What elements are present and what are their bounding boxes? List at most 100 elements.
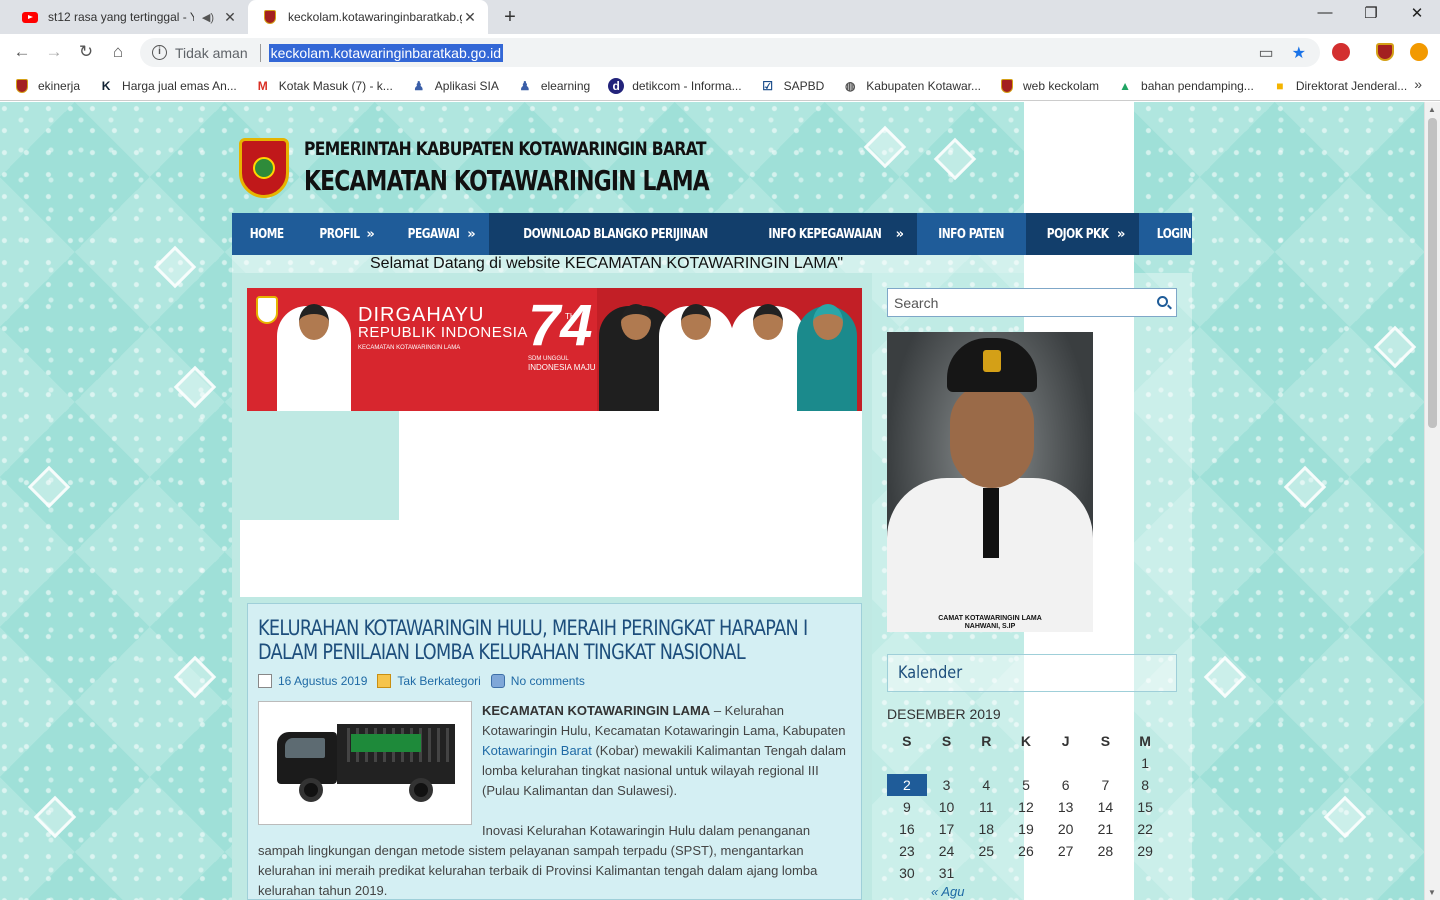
tab-title: keckolam.kotawaringinbaratkab.g (288, 10, 462, 24)
scroll-thumb[interactable] (1428, 118, 1437, 428)
forward-icon[interactable]: → (42, 41, 66, 65)
update-alert-icon[interactable] (1410, 43, 1428, 61)
nav-item-home[interactable]: HOME (232, 213, 301, 255)
bookmark-ekinerja[interactable]: ekinerja (14, 78, 80, 94)
bookmark-direktorat[interactable]: ■ Direktorat Jenderal... (1272, 78, 1407, 94)
calendar-week: 16 17 18 19 20 21 22 (887, 818, 1165, 840)
calendar-date: 14 (1097, 799, 1114, 815)
url-text[interactable]: keckolam.kotawaringinbaratkab.go.id (268, 43, 503, 62)
crest-icon (256, 296, 278, 324)
site-title-line2[interactable]: KECAMATAN KOTAWARINGIN LAMA (304, 164, 710, 197)
minimize-button[interactable]: — (1302, 4, 1348, 21)
browser-tab-strip: st12 rasa yang tertinggal - Yo ◀) ✕ keck… (0, 0, 1440, 34)
crest-icon (999, 78, 1015, 94)
calendar-day-header: S (941, 733, 952, 749)
tab-youtube[interactable]: st12 rasa yang tertinggal - Yo ◀) ✕ (8, 0, 248, 34)
calendar-empty (966, 752, 1006, 774)
nav-item-info-paten[interactable]: INFO PATEN (917, 213, 1025, 255)
folder-icon: ■ (1276, 78, 1284, 93)
cast-icon[interactable]: ▭ (1259, 43, 1274, 63)
bookmark-kabupaten[interactable]: ◍ Kabupaten Kotawar... (842, 78, 981, 94)
calendar-date: 31 (938, 865, 955, 881)
bookmark-detikcom[interactable]: d detikcom - Informa... (608, 77, 742, 94)
back-icon[interactable]: ← (10, 41, 34, 65)
page-scrollbar[interactable]: ▲ ▼ (1424, 102, 1440, 900)
restore-button[interactable]: ❐ (1348, 4, 1394, 22)
calendar-date: 5 (1022, 777, 1030, 793)
folder-icon (377, 674, 392, 688)
reload-icon[interactable]: ↻ (74, 41, 98, 65)
camat-photo: CAMAT KOTAWARINGIN LAMA NAHWANI, S.IP (887, 332, 1093, 632)
nav-item-profil[interactable]: PROFIL » (301, 213, 388, 255)
scroll-down-icon[interactable]: ▼ (1428, 888, 1436, 897)
person-icon: ♟ (519, 78, 531, 93)
independence-day-banner[interactable]: DIRGAHAYU REPUBLIK INDONESIA KECAMATAN K… (247, 288, 862, 411)
extension-yab-icon[interactable] (1332, 43, 1350, 61)
browser-toolbar: ← → ↻ ⌂ i Tidak aman keckolam.kotawaring… (0, 34, 1440, 71)
address-bar[interactable]: i Tidak aman keckolam.kotawaringinbaratk… (140, 38, 1320, 67)
tab-title: st12 rasa yang tertinggal - Yo (48, 10, 194, 24)
calendar-widget: DESEMBER 2019 SSRKJSM 1 2 3 4 5 6 7 8 9 10 11 12 13 1… (887, 706, 1177, 899)
search-box (887, 288, 1177, 317)
calendar-date: 16 (899, 821, 915, 837)
close-tab-icon[interactable]: ✕ (462, 9, 478, 26)
info-icon[interactable]: i (152, 45, 167, 60)
bookmark-elearning[interactable]: ♟ elearning (517, 78, 590, 94)
nav-item-login[interactable]: LOGIN (1139, 213, 1209, 255)
calendar-date: 15 (1137, 799, 1153, 815)
close-window-button[interactable]: ✕ (1394, 4, 1440, 22)
calendar-date: 17 (938, 821, 955, 837)
comment-icon (490, 674, 505, 688)
calendar-empty (1046, 862, 1086, 884)
bookmark-gmail[interactable]: M Kotak Masuk (7) - k... (255, 78, 393, 94)
calendar-week: 23 4 5 6 7 8 (887, 774, 1165, 796)
extension-crest-icon[interactable] (1376, 43, 1394, 61)
close-tab-icon[interactable]: ✕ (222, 9, 238, 26)
bookmark-bahan-pendamping[interactable]: ▲ bahan pendamping... (1117, 78, 1254, 94)
bookmarks-bar: ekinerja K Harga jual emas An... M Kotak M… (0, 71, 1440, 101)
calendar-day-header: R (981, 733, 992, 749)
post-category[interactable]: Tak Berkategori (397, 674, 480, 688)
gmail-icon: M (257, 78, 268, 93)
bookmark-harga-emas[interactable]: K Harga jual emas An... (98, 78, 237, 94)
post-thumbnail[interactable] (258, 701, 472, 825)
post-lead: KECAMATAN KOTAWARINGIN LAMA – Kelurahan … (482, 703, 846, 798)
calendar-date: 30 (899, 865, 915, 881)
calendar-date: 29 (1137, 843, 1153, 859)
calendar-date: 7 (1101, 777, 1110, 793)
home-icon[interactable]: ⌂ (106, 41, 130, 65)
bookmark-star-icon[interactable]: ★ (1292, 43, 1306, 63)
person-icon: ♟ (413, 78, 425, 93)
post-comments[interactable]: No comments (511, 674, 585, 688)
search-input[interactable] (888, 289, 1138, 316)
calendar-week: 9 10 11 12 13 14 15 (887, 796, 1165, 818)
new-tab-button[interactable]: + (498, 6, 522, 29)
bookmark-aplikasi-sia[interactable]: ♟ Aplikasi SIA (411, 78, 498, 94)
bookmarks-more-icon[interactable]: » (1414, 76, 1422, 92)
calendar-prev-link[interactable]: « Agu (931, 884, 1177, 899)
site-logo[interactable] (239, 138, 289, 198)
scroll-up-icon[interactable]: ▲ (1428, 105, 1436, 114)
search-icon[interactable] (1157, 296, 1168, 307)
shield-icon (262, 9, 278, 25)
calendar-day-header: J (1061, 733, 1070, 749)
calendar-date: 6 (1061, 777, 1070, 793)
bookmark-sapbd[interactable]: ☑ SAPBD (760, 78, 824, 94)
nav-item-pegawai[interactable]: PEGAWAI » (388, 213, 489, 255)
nav-item-download-blangko-perijinan[interactable]: DOWNLOAD BLANGKO PERIJINAN (489, 213, 742, 255)
nav-item-pojok-pkk[interactable]: POJOK PKK » (1025, 213, 1139, 255)
officials-photo (597, 288, 862, 411)
calendar-empty (1006, 752, 1046, 774)
calendar-empty (927, 752, 967, 774)
post-title[interactable]: KELURAHAN KOTAWARINGIN HULU, MERAIH PERI… (258, 616, 846, 664)
calendar-empty (1006, 862, 1046, 884)
nav-item-info-kepegawaian[interactable]: INFO KEPEGAWAIAN » (741, 213, 918, 255)
k-icon: K (101, 78, 111, 93)
calendar-date: 2 (887, 774, 927, 796)
speaker-icon[interactable]: ◀) (202, 11, 214, 24)
post-date[interactable]: 16 Agustus 2019 (278, 674, 367, 688)
tab-keckolam[interactable]: keckolam.kotawaringinbaratkab.g ✕ (248, 0, 488, 34)
bookmark-web-keckolam[interactable]: web keckolam (999, 78, 1099, 94)
calendar-date: 1 (1141, 755, 1149, 771)
kotawaringin-barat-link[interactable]: Kotawaringin Barat (482, 743, 592, 758)
